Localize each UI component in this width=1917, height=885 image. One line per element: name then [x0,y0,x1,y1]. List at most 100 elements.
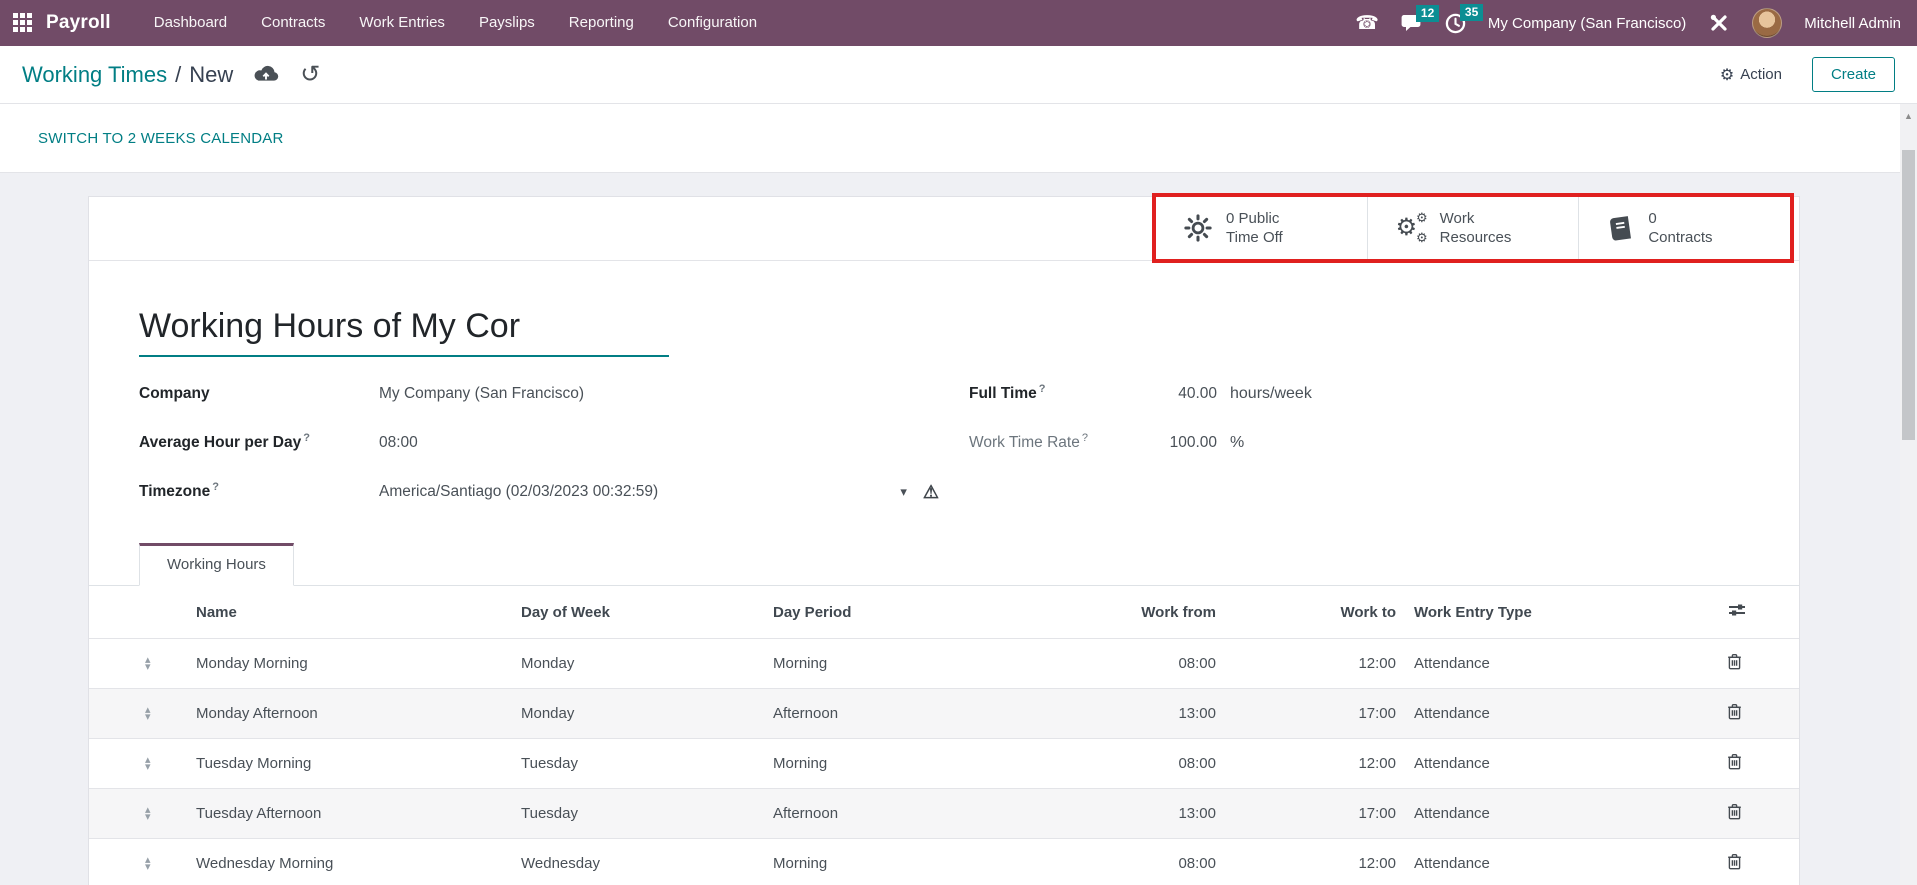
table-row[interactable]: ▴▾ Wednesday Morning Wednesday Morning 0… [89,838,1799,885]
company-value[interactable]: My Company (San Francisco) [379,385,584,403]
cell-day[interactable]: Wednesday [521,855,773,872]
drag-handle-icon[interactable]: ▴▾ [145,707,157,721]
header-day-period: Day Period [773,604,1061,621]
tools-icon [1708,12,1730,34]
drag-handle-icon[interactable]: ▴▾ [145,857,157,871]
work-time-rate-value[interactable]: 100.00 [1149,434,1217,452]
scrollbar-up-arrow[interactable]: ▲ [1900,104,1917,121]
cell-work-to[interactable]: 12:00 [1216,855,1396,872]
cell-name[interactable]: Tuesday Afternoon [196,805,521,822]
title-wrap: Working Hours of My Cor [89,261,1799,357]
drag-handle-icon[interactable]: ▴▾ [145,657,157,671]
delete-row-icon[interactable] [1727,703,1742,720]
menu-contracts[interactable]: Contracts [244,0,342,46]
save-record-button[interactable] [253,64,280,85]
sun-icon [1184,214,1212,242]
cell-period[interactable]: Morning [773,655,1061,672]
menu-reporting[interactable]: Reporting [552,0,651,46]
work-resources-button[interactable]: ⚙⚙⚙ Work Resources [1367,197,1579,259]
contracts-button[interactable]: 0 Contracts [1578,197,1790,259]
vertical-scrollbar[interactable]: ▲ [1900,104,1917,885]
control-panel-right: ⚙ Action Create [1720,57,1895,92]
cell-work-entry-type[interactable]: Attendance [1396,805,1689,822]
user-menu[interactable]: Mitchell Admin [1804,15,1901,32]
cell-work-to[interactable]: 17:00 [1216,705,1396,722]
cell-name[interactable]: Monday Morning [196,655,521,672]
create-button[interactable]: Create [1812,57,1895,92]
cell-work-from[interactable]: 13:00 [1061,705,1216,722]
menu-configuration[interactable]: Configuration [651,0,774,46]
column-options-icon[interactable] [1727,602,1747,618]
delete-row-icon[interactable] [1727,753,1742,770]
cell-day[interactable]: Monday [521,655,773,672]
cell-work-entry-type[interactable]: Attendance [1396,755,1689,772]
delete-row-icon[interactable] [1727,803,1742,820]
cell-name[interactable]: Wednesday Morning [196,855,521,872]
discard-button[interactable]: ↺ [300,63,320,87]
navbar-systray: ☎ 12 35 My Company (San Francisco) [1355,8,1917,38]
action-cell [1689,853,1799,874]
chevron-down-icon[interactable]: ▾ [900,484,907,500]
header-options-cell [1689,602,1799,622]
help-marker: ? [212,481,219,493]
messages-icon[interactable]: 12 [1401,14,1423,33]
cell-period[interactable]: Afternoon [773,805,1061,822]
menu-work-entries[interactable]: Work Entries [342,0,462,46]
menu-payslips[interactable]: Payslips [462,0,552,46]
scrollbar-thumb[interactable] [1902,150,1915,440]
cell-period[interactable]: Afternoon [773,705,1061,722]
table-row[interactable]: ▴▾ Tuesday Morning Tuesday Morning 08:00… [89,738,1799,788]
drag-handle-icon[interactable]: ▴▾ [145,757,157,771]
debug-tools-icon[interactable] [1708,12,1730,34]
field-full-time: Full Time? 40.00 hours/week [969,383,1312,404]
app-name[interactable]: Payroll [46,12,111,34]
cell-work-entry-type[interactable]: Attendance [1396,655,1689,672]
action-menu-button[interactable]: ⚙ Action [1720,65,1782,85]
delete-row-icon[interactable] [1727,853,1742,870]
cell-work-from[interactable]: 08:00 [1061,855,1216,872]
stat-value: 0 Public [1226,210,1279,227]
table-row[interactable]: ▴▾ Monday Morning Monday Morning 08:00 1… [89,638,1799,688]
timezone-select[interactable]: America/Santiago (02/03/2023 00:32:59) ▾… [379,483,939,501]
main-menu: Dashboard Contracts Work Entries Payslip… [137,0,774,46]
public-time-off-button[interactable]: 0 Public Time Off [1156,197,1367,259]
table-row[interactable]: ▴▾ Tuesday Afternoon Tuesday Afternoon 1… [89,788,1799,838]
tab-working-hours[interactable]: Working Hours [139,543,294,586]
company-label: Company [139,383,379,403]
breadcrumb-separator: / [175,62,181,88]
cell-day[interactable]: Monday [521,705,773,722]
cell-work-from[interactable]: 08:00 [1061,655,1216,672]
delete-row-icon[interactable] [1727,653,1742,670]
cell-name[interactable]: Monday Afternoon [196,705,521,722]
cell-day[interactable]: Tuesday [521,755,773,772]
cell-day[interactable]: Tuesday [521,805,773,822]
working-hours-name-input[interactable]: Working Hours of My Cor [139,307,669,357]
cell-work-entry-type[interactable]: Attendance [1396,855,1689,872]
table-row[interactable]: ▴▾ Monday Afternoon Monday Afternoon 13:… [89,688,1799,738]
cell-work-from[interactable]: 13:00 [1061,805,1216,822]
button-box-row: 0 Public Time Off ⚙⚙⚙ Work Resources [89,197,1799,261]
user-avatar[interactable] [1752,8,1782,38]
cell-work-to[interactable]: 12:00 [1216,655,1396,672]
full-time-value[interactable]: 40.00 [1149,385,1217,403]
action-cell [1689,653,1799,674]
company-switcher[interactable]: My Company (San Francisco) [1488,15,1686,32]
cell-work-to[interactable]: 17:00 [1216,805,1396,822]
cell-work-to[interactable]: 12:00 [1216,755,1396,772]
menu-dashboard[interactable]: Dashboard [137,0,244,46]
cell-work-from[interactable]: 08:00 [1061,755,1216,772]
breadcrumb-working-times[interactable]: Working Times [22,62,167,88]
cell-work-entry-type[interactable]: Attendance [1396,705,1689,722]
cell-name[interactable]: Tuesday Morning [196,755,521,772]
switch-two-weeks-link[interactable]: SWITCH TO 2 WEEKS CALENDAR [38,130,284,147]
cell-period[interactable]: Morning [773,855,1061,872]
stat-button-text: Work Resources [1440,209,1512,248]
stat-button-text: 0 Contracts [1648,209,1712,248]
activities-icon[interactable]: 35 [1445,13,1466,34]
voip-phone-icon[interactable]: ☎ [1355,14,1379,33]
header-work-entry-type: Work Entry Type [1396,604,1689,621]
average-hour-value[interactable]: 08:00 [379,434,418,452]
cell-period[interactable]: Morning [773,755,1061,772]
apps-grid-icon[interactable] [13,13,33,33]
drag-handle-icon[interactable]: ▴▾ [145,807,157,821]
